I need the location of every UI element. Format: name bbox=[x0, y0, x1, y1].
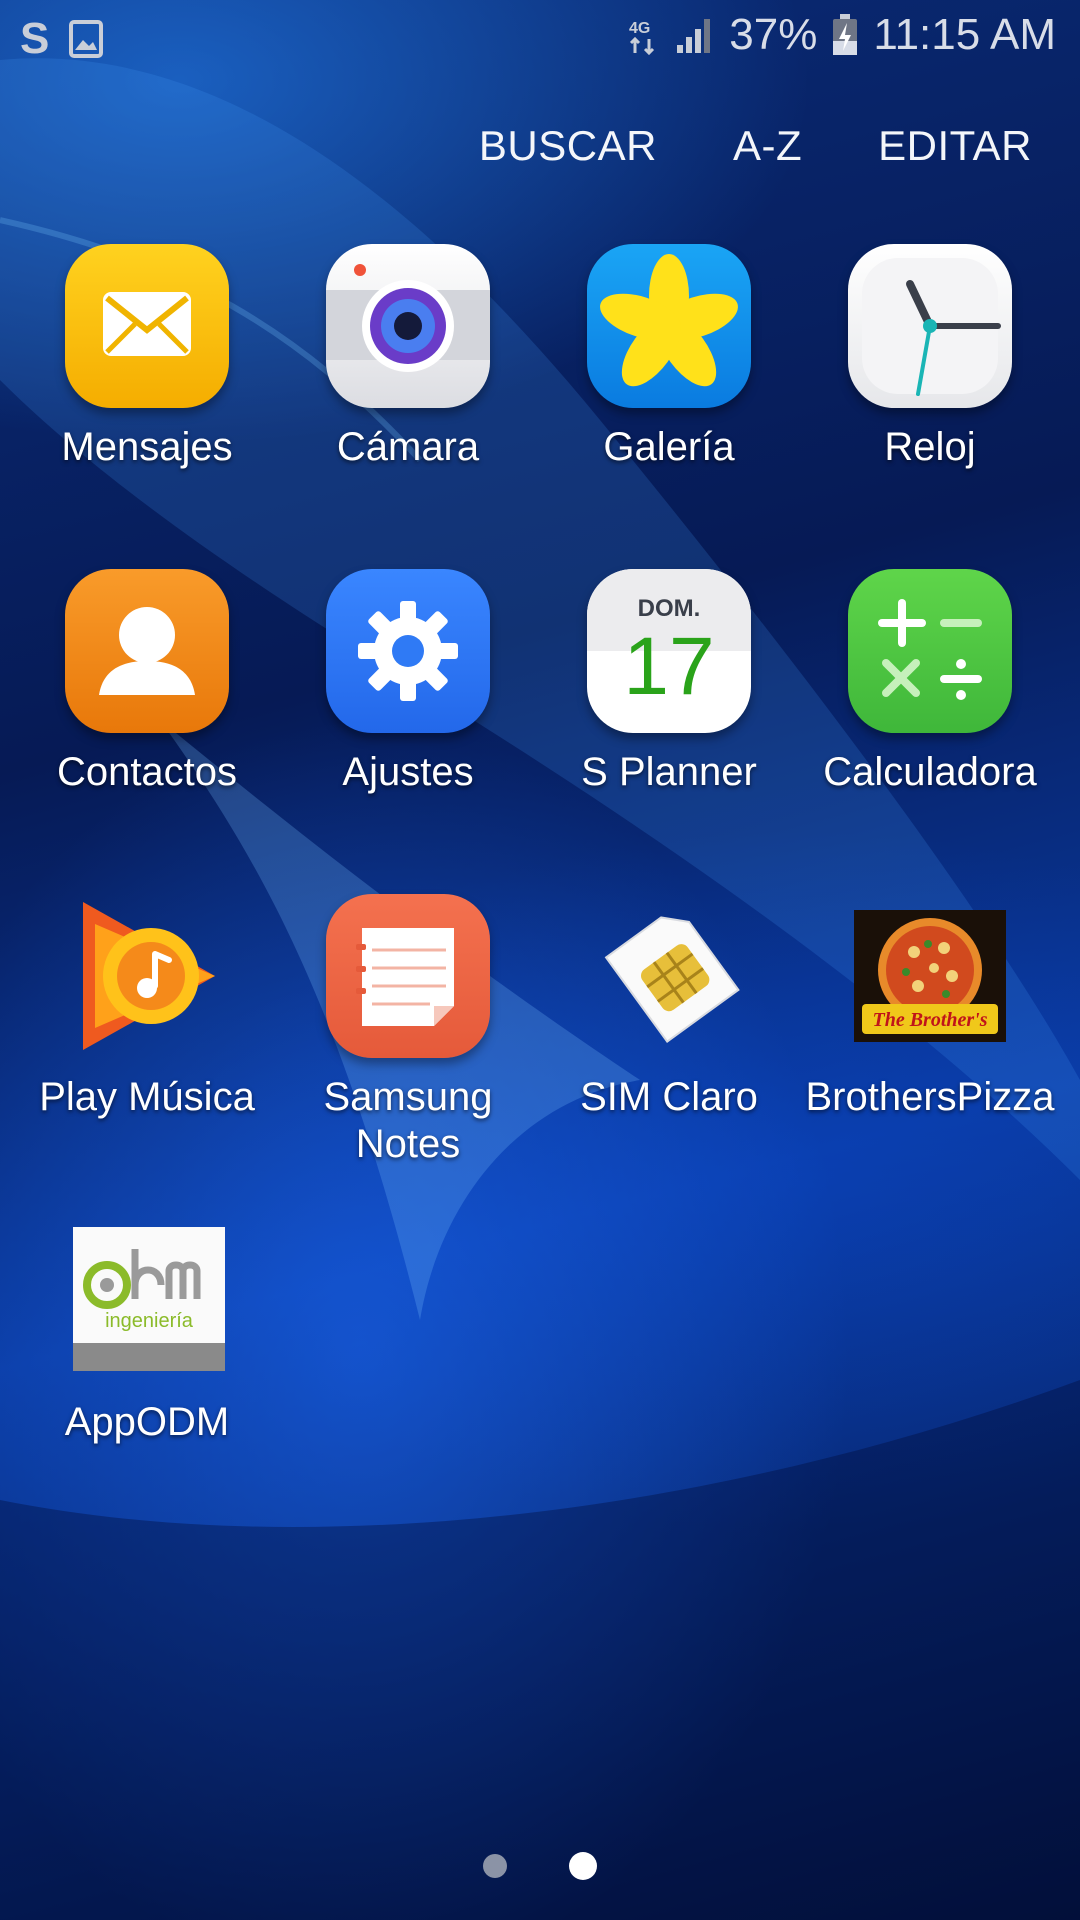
app-appodm[interactable]: ingeniería AppODM bbox=[16, 1219, 278, 1446]
app-sim-claro[interactable]: SIM Claro bbox=[538, 894, 800, 1121]
app-label: Ajustes bbox=[342, 750, 474, 794]
pizza-logo-icon: The Brother's bbox=[848, 894, 1012, 1058]
gallery-icon bbox=[587, 244, 751, 408]
network-4g-icon: 4G bbox=[629, 20, 655, 55]
app-label: BrothersPizza bbox=[805, 1075, 1055, 1119]
app-label: Calculadora bbox=[823, 750, 1037, 794]
odm-logo-icon: ingeniería bbox=[65, 1219, 229, 1383]
image-icon bbox=[69, 20, 104, 58]
app-label: Cámara bbox=[336, 425, 480, 469]
odm-logo-text: ingeniería bbox=[105, 1310, 194, 1332]
app-galeria[interactable]: Galería bbox=[538, 244, 800, 471]
notes-icon bbox=[326, 894, 490, 1058]
app-label: Mensajes bbox=[61, 425, 233, 469]
camera-icon bbox=[326, 244, 490, 408]
app-brotherspizza[interactable]: The Brother's BrothersPizza bbox=[799, 894, 1061, 1121]
signal-icon bbox=[677, 19, 711, 53]
calendar-icon: DOM. 17 bbox=[587, 569, 751, 733]
app-camara[interactable]: Cámara bbox=[277, 244, 539, 471]
search-button[interactable]: BUSCAR bbox=[479, 122, 657, 170]
calculator-icon bbox=[848, 569, 1012, 733]
sim-card-icon bbox=[587, 894, 751, 1058]
clock-icon bbox=[848, 244, 1012, 408]
app-label: SIM Claro bbox=[580, 1075, 758, 1119]
app-s-planner[interactable]: DOM. 17 S Planner bbox=[538, 569, 800, 796]
battery-percent: 37% bbox=[729, 10, 818, 59]
app-label: Play Música bbox=[39, 1075, 255, 1119]
contacts-icon bbox=[65, 569, 229, 733]
app-label: AppODM bbox=[64, 1400, 230, 1444]
page-indicator bbox=[0, 1852, 1080, 1880]
page-dot-1[interactable] bbox=[483, 1854, 507, 1878]
app-play-musica[interactable]: Play Música bbox=[16, 894, 278, 1121]
app-drawer-actions: BUSCAR A-Z EDITAR bbox=[479, 122, 1032, 170]
network-type: 4G bbox=[629, 20, 650, 37]
app-label: Samsung Notes bbox=[323, 1075, 493, 1166]
s-app-icon: S bbox=[20, 14, 50, 63]
app-reloj[interactable]: Reloj bbox=[799, 244, 1061, 471]
pizza-logo-text: The Brother's bbox=[872, 1009, 987, 1031]
clock-time: 11:15 AM bbox=[873, 10, 1056, 59]
app-samsung-notes[interactable]: Samsung Notes bbox=[277, 894, 539, 1168]
app-label: Reloj bbox=[884, 425, 976, 469]
app-label: S Planner bbox=[581, 750, 757, 794]
app-ajustes[interactable]: Ajustes bbox=[277, 569, 539, 796]
play-music-icon bbox=[65, 894, 229, 1058]
calendar-date: 17 bbox=[623, 621, 715, 712]
battery-charging-icon bbox=[833, 14, 858, 55]
status-bar: S 4G 37% 11:15 AM bbox=[0, 0, 1080, 72]
app-label: Contactos bbox=[56, 750, 238, 794]
sort-az-button[interactable]: A-Z bbox=[733, 122, 802, 170]
app-contactos[interactable]: Contactos bbox=[16, 569, 278, 796]
edit-button[interactable]: EDITAR bbox=[878, 122, 1032, 170]
app-calculadora[interactable]: Calculadora bbox=[799, 569, 1061, 796]
app-mensajes[interactable]: Mensajes bbox=[16, 244, 278, 471]
settings-icon bbox=[326, 569, 490, 733]
app-label: Galería bbox=[603, 425, 735, 469]
messages-icon bbox=[65, 244, 229, 408]
page-dot-2-active[interactable] bbox=[569, 1852, 597, 1880]
